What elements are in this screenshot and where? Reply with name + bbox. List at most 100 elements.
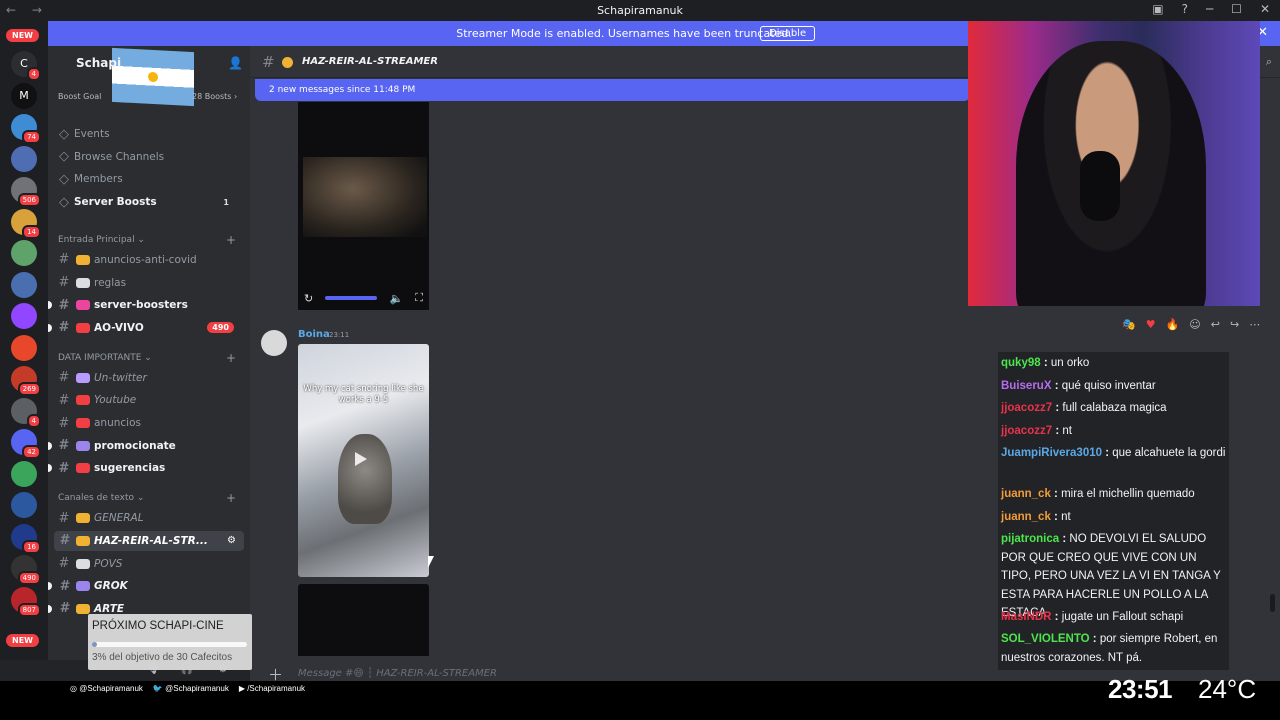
unread-indicator xyxy=(48,301,52,310)
server-icon[interactable]: 490 xyxy=(11,555,41,585)
channel-category[interactable]: Entrada Principal ⌄ + xyxy=(58,233,244,247)
channel-emoji-icon xyxy=(76,463,90,474)
channel-item[interactable]: # GENERAL xyxy=(54,508,244,528)
channel-item[interactable]: # Youtube xyxy=(54,390,244,410)
server-icon[interactable] xyxy=(11,145,37,172)
message-author[interactable]: Boina xyxy=(298,329,330,340)
sidebar-item-server-boosts[interactable]: ◇ Server Boosts 1 xyxy=(54,192,244,212)
server-icon[interactable]: M xyxy=(11,82,37,109)
server-icon[interactable]: 74 xyxy=(11,114,41,144)
channel-item[interactable]: # GROK xyxy=(48,576,244,596)
cine-status: 3% del objetivo de 30 Cafecitos xyxy=(92,652,233,663)
cine-title: PRÓXIMO SCHAPI-CINE xyxy=(92,620,224,632)
category-label: DATA IMPORTANTE ⌄ xyxy=(58,352,152,363)
scrollbar[interactable] xyxy=(1270,594,1275,612)
volume-icon[interactable]: 🔈 xyxy=(389,292,403,305)
help-icon[interactable]: ? xyxy=(1182,2,1188,16)
chat-username: MasiNDR xyxy=(1001,611,1052,623)
search-icon[interactable]: ⌕ xyxy=(1266,55,1272,69)
forward-icon[interactable]: ↪ xyxy=(1230,318,1239,331)
chat-separator: : xyxy=(1050,510,1062,523)
mention-badge: 4 xyxy=(26,413,41,428)
server-icon[interactable]: 506 xyxy=(11,177,41,207)
channel-item[interactable]: # anuncios-anti-covid xyxy=(54,250,244,270)
clock: 23:51 xyxy=(1108,674,1173,704)
server-icon[interactable]: 807 xyxy=(11,586,41,617)
channel-category[interactable]: DATA IMPORTANTE ⌄ + xyxy=(58,351,244,365)
mention-badge: 4 xyxy=(26,67,41,81)
server-icon[interactable]: 4 xyxy=(11,397,41,428)
chat-separator: : xyxy=(1051,611,1062,623)
video-attachment-1[interactable]: ↻ 🔈 ⛶ xyxy=(298,102,429,310)
server-icon[interactable] xyxy=(11,240,37,266)
disable-button[interactable]: Disable xyxy=(760,26,816,41)
channel-item[interactable]: # reglas xyxy=(54,273,244,293)
server-icon[interactable] xyxy=(11,303,37,329)
minimize-button[interactable]: ─ xyxy=(1206,2,1213,16)
goal-progress-bar xyxy=(92,642,247,647)
channel-emoji-icon xyxy=(76,440,90,451)
boosts-count[interactable]: 28 Boosts › xyxy=(192,92,237,101)
channel-category[interactable]: Canales de texto ⌄ + xyxy=(58,491,244,505)
channel-item[interactable]: # promocionate xyxy=(48,436,244,456)
instagram-handle: ◎ @Schapiramanuk xyxy=(70,684,143,693)
sidebar-item-events[interactable]: ◇ Events xyxy=(54,124,244,144)
sidebar-item-members[interactable]: ◇ Members xyxy=(54,169,244,189)
server-icon[interactable] xyxy=(11,334,37,361)
add-channel-icon[interactable]: + xyxy=(226,351,236,365)
maximize-button[interactable]: ☐ xyxy=(1231,2,1242,16)
close-window-button[interactable]: ✕ xyxy=(1260,2,1270,16)
message-input[interactable]: Message #😄 ┆ HAZ-REIR-AL-STREAMER xyxy=(298,668,497,679)
settings-icon[interactable]: ⚙ xyxy=(227,535,236,546)
guild-name[interactable]: Schapi xyxy=(76,56,121,70)
server-icon[interactable]: 42 xyxy=(11,429,41,459)
avatar[interactable] xyxy=(261,330,287,356)
channel-item[interactable]: # POVS xyxy=(54,554,244,574)
add-reaction-icon[interactable]: ☺ xyxy=(1189,318,1200,331)
server-icon[interactable] xyxy=(11,271,37,298)
channel-item[interactable]: # AO-VIVO 490 xyxy=(48,318,244,338)
social-handles: ◎ @Schapiramanuk 🐦 @Schapiramanuk ▶ /Sch… xyxy=(70,684,305,693)
server-icon[interactable]: 16 xyxy=(11,523,41,554)
video-attachment-2[interactable]: Why my cat snoring like she works a 9-5 xyxy=(298,344,429,577)
server-icon[interactable] xyxy=(11,460,37,487)
add-channel-icon[interactable]: + xyxy=(226,491,236,505)
add-channel-icon[interactable]: + xyxy=(226,233,236,247)
sidebar-item-label: Browse Channels xyxy=(74,150,165,163)
more-icon[interactable]: ⋯ xyxy=(1249,318,1260,331)
volume-slider[interactable] xyxy=(325,296,378,300)
channel-item[interactable]: # server-boosters xyxy=(48,295,244,315)
channel-item[interactable]: # HAZ-REIR-AL-STR... ⚙ xyxy=(54,530,244,551)
channel-item[interactable]: # Un-twitter xyxy=(54,368,244,388)
channel-emoji-icon xyxy=(76,277,90,288)
inbox-icon[interactable]: ▣ xyxy=(1152,2,1163,16)
replay-icon[interactable]: ↻ xyxy=(304,292,313,305)
fire-icon[interactable]: 🔥 xyxy=(1166,318,1180,331)
channel-emoji-icon xyxy=(76,254,90,265)
chat-text: jugate un Fallout schapi xyxy=(1061,611,1184,623)
server-icon[interactable] xyxy=(11,492,37,518)
hash-icon: # xyxy=(58,556,70,571)
server-icon[interactable]: C4 xyxy=(11,51,41,81)
new-messages-bar[interactable]: 2 new messages since 11:48 PM xyxy=(255,79,970,101)
fullscreen-icon[interactable]: ⛶ xyxy=(415,291,423,305)
hash-icon: # xyxy=(58,275,70,290)
chat-message: jjoacozz7 : full calabaza magica xyxy=(1001,399,1229,418)
chat-text: que alcahuete la gordi xyxy=(1112,447,1226,459)
mention-badge: 506 xyxy=(17,193,41,207)
video-attachment-3[interactable] xyxy=(298,584,429,656)
channel-label: server-boosters xyxy=(94,299,188,312)
heart-icon[interactable]: ♥ xyxy=(1146,318,1156,331)
sidebar-item-browse-channels[interactable]: ◇ Browse Channels xyxy=(54,147,244,167)
server-icon[interactable]: 14 xyxy=(11,208,41,239)
emoji-reaction-icon[interactable]: 🎭 xyxy=(1122,318,1136,331)
channel-item[interactable]: # sugerencias xyxy=(48,458,244,478)
channel-item[interactable]: # anuncios xyxy=(54,413,244,433)
invite-icon[interactable]: 👤 xyxy=(228,56,243,70)
server-icon[interactable]: 269 xyxy=(11,366,41,396)
reply-icon[interactable]: ↩ xyxy=(1211,318,1220,331)
chat-message: juann_ck : nt xyxy=(1001,508,1229,527)
stream-chat: quky98 : un orko BuiseruX : qué quiso inv… xyxy=(998,352,1229,670)
chat-separator: : xyxy=(1089,633,1100,645)
play-icon[interactable] xyxy=(355,452,367,466)
